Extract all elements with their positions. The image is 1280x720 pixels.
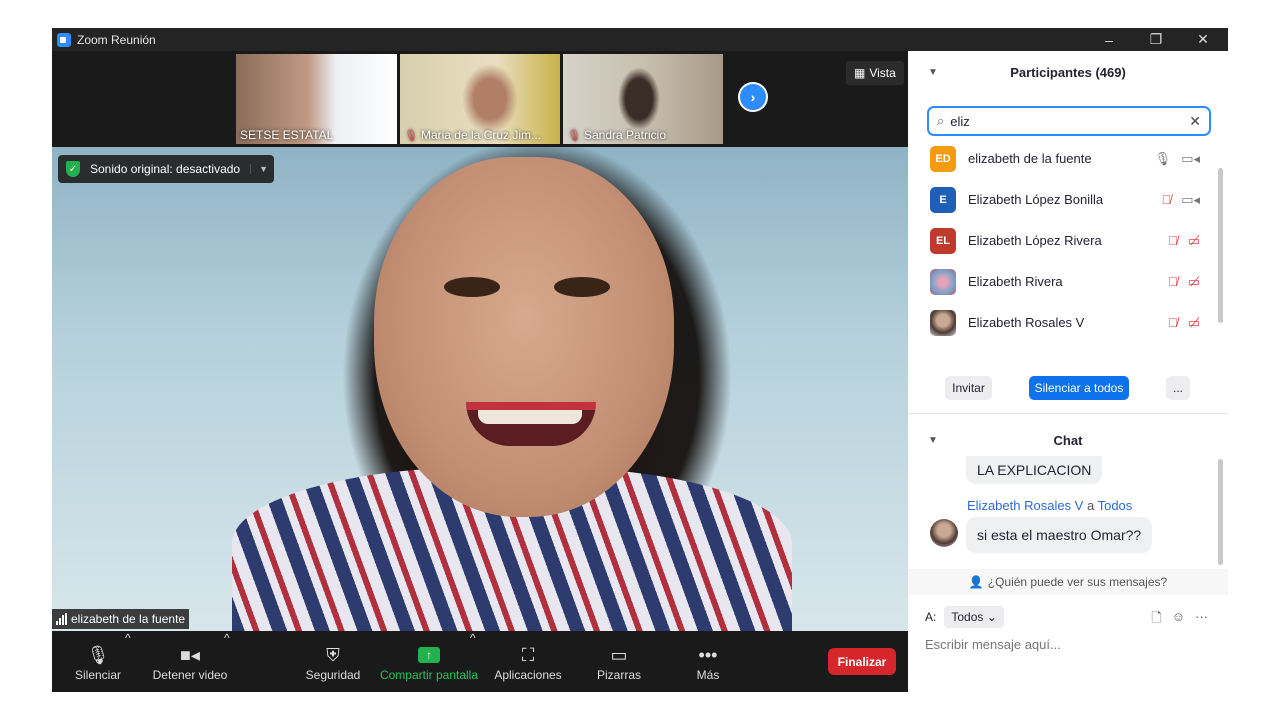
thumbnail-name: SETSE ESTATAL xyxy=(240,128,334,142)
avatar xyxy=(930,519,958,547)
mute-button[interactable]: 🎙 Silenciar xyxy=(72,631,124,692)
active-speaker-video xyxy=(52,147,908,631)
meeting-stage: SETSE ESTATAL 🎙 Maria de la Cruz Jim... 🎙… xyxy=(52,51,908,692)
chat-tools: 🗋 ☺ ··· xyxy=(1151,609,1208,631)
window-title: Zoom Reunión xyxy=(77,32,156,47)
chat-message: LA EXPLICACION xyxy=(966,456,1103,484)
chat-scrollbar[interactable] xyxy=(1218,459,1223,565)
avatar: EL xyxy=(930,227,956,254)
apps-button[interactable]: ⛶ Aplicaciones xyxy=(492,631,564,692)
stop-video-button[interactable]: ■◂ Detener video xyxy=(150,631,230,692)
participant-search-input[interactable]: ⌕ eliz ✕ xyxy=(927,106,1211,136)
participant-row[interactable]: ED elizabeth de la fuente 🎙 ▭◂ xyxy=(908,138,1228,179)
panel-divider xyxy=(908,413,1228,414)
chat-sender: Elizabeth Rosales V a Todos xyxy=(967,498,1133,513)
zoom-window: Zoom Reunión – ❐ ✕ SETSE ESTATAL 🎙 Maria … xyxy=(52,28,1228,692)
participants-scrollbar[interactable] xyxy=(1218,168,1223,323)
participant-row[interactable]: E Elizabeth López Bonilla 🎙̸ ▭◂ xyxy=(908,179,1228,220)
security-button[interactable]: ⛨ Seguridad xyxy=(303,631,363,692)
signal-bars-icon xyxy=(56,613,67,625)
participant-row[interactable]: EL Elizabeth López Rivera 🎙̸ ▭̸ xyxy=(908,220,1228,261)
view-button[interactable]: ▦ Vista xyxy=(846,61,904,85)
shield-icon: ⛨ xyxy=(326,644,340,665)
video-camera-icon: ▭◂ xyxy=(1181,150,1200,166)
avatar xyxy=(930,309,956,336)
minimize-button[interactable]: – xyxy=(1086,28,1132,51)
participant-row[interactable]: Elizabeth Rivera 🎙̸ ▭̸ xyxy=(908,261,1228,302)
mic-muted-icon: 🎙̸ xyxy=(1167,232,1178,248)
side-panel: ▼ Participantes (469) ⌕ eliz ✕ ED elizab… xyxy=(908,51,1228,692)
speaker-mouth xyxy=(466,402,596,446)
share-screen-button[interactable]: ↑ Compartir pantalla xyxy=(379,631,479,692)
next-page-button[interactable]: › xyxy=(738,82,768,112)
chevron-down-icon[interactable]: ▼ xyxy=(250,164,268,174)
more-options-button[interactable]: ... xyxy=(1166,376,1190,400)
title-bar: Zoom Reunión – ❐ ✕ xyxy=(52,28,1228,51)
speaker-teeth xyxy=(478,410,582,424)
mic-muted-icon: 🎙̸ xyxy=(1161,191,1172,207)
video-off-icon: ▭̸ xyxy=(1187,273,1200,289)
apps-icon: ⛶ xyxy=(521,644,535,665)
more-dots-icon[interactable]: ··· xyxy=(1195,609,1208,631)
recipient-select[interactable]: Todos ⌄ xyxy=(944,606,1004,628)
meeting-toolbar: 🎙 Silenciar ^ ■◂ Detener video ^ ⛨ Segur… xyxy=(52,631,908,692)
mute-all-button[interactable]: Silenciar a todos xyxy=(1029,376,1129,400)
mic-muted-icon: 🎙 xyxy=(567,130,581,142)
participants-header: ▼ Participantes (469) xyxy=(928,64,1126,80)
video-camera-icon: ■◂ xyxy=(180,644,200,665)
chat-message: si esta el maestro Omar?? xyxy=(966,517,1153,553)
speaker-eye xyxy=(554,277,610,297)
microphone-icon: 🎙 xyxy=(1154,150,1172,166)
chevron-right-icon: › xyxy=(750,89,756,105)
message-visibility-info[interactable]: 👤 ¿Quién puede ver sus mensajes? xyxy=(908,569,1228,595)
speaker-eye xyxy=(444,277,500,297)
share-arrow-icon: ↑ xyxy=(418,646,440,663)
microphone-icon: 🎙 xyxy=(86,644,110,665)
thumbnail-name: 🎙 Maria de la Cruz Jim... xyxy=(404,128,541,142)
shield-check-icon: ✓ xyxy=(66,161,80,177)
share-options-caret[interactable]: ^ xyxy=(470,631,476,645)
mic-muted-icon: 🎙 xyxy=(404,130,418,142)
zoom-logo-icon xyxy=(57,32,71,47)
avatar: ED xyxy=(930,145,956,172)
thumbnail-video[interactable]: 🎙 Maria de la Cruz Jim... xyxy=(400,54,560,144)
more-button[interactable]: ••• Más xyxy=(684,631,732,692)
chevron-down-icon[interactable]: ▼ xyxy=(928,67,938,78)
restore-button[interactable]: ❐ xyxy=(1133,28,1179,51)
more-dots-icon: ••• xyxy=(698,644,718,665)
thumbnail-name: 🎙 Sandra Patricio xyxy=(567,128,667,142)
video-options-caret[interactable]: ^ xyxy=(224,631,230,645)
participant-row[interactable]: Elizabeth Rosales V 🎙̸ ▭̸ xyxy=(908,302,1228,343)
speaker-face xyxy=(374,157,674,517)
audio-options-caret[interactable]: ^ xyxy=(125,631,131,645)
mic-muted-icon: 🎙̸ xyxy=(1167,314,1178,330)
grid-icon: ▦ xyxy=(854,66,866,80)
whiteboard-icon: ▭ xyxy=(610,644,628,665)
invite-button[interactable]: Invitar xyxy=(945,376,992,400)
clear-search-icon[interactable]: ✕ xyxy=(1189,113,1201,130)
mic-muted-icon: 🎙̸ xyxy=(1167,273,1178,289)
close-button[interactable]: ✕ xyxy=(1180,28,1226,51)
person-icon: 👤 xyxy=(968,575,984,589)
file-icon[interactable]: 🗋 xyxy=(1151,609,1161,631)
chat-message-input[interactable]: Escribir mensaje aquí... xyxy=(925,637,1061,652)
chat-header: ▼ Chat xyxy=(928,432,1083,448)
thumbnail-video[interactable]: 🎙 Sandra Patricio xyxy=(563,54,723,144)
end-meeting-button[interactable]: Finalizar xyxy=(828,648,896,675)
video-off-icon: ▭̸ xyxy=(1187,232,1200,248)
avatar: E xyxy=(930,186,956,213)
video-camera-icon: ▭◂ xyxy=(1181,191,1200,207)
active-speaker-name-tag: elizabeth de la fuente xyxy=(52,609,190,629)
whiteboards-button[interactable]: ▭ Pizarras xyxy=(589,631,649,692)
chevron-down-icon[interactable]: ▼ xyxy=(928,435,938,446)
search-icon: ⌕ xyxy=(937,113,945,128)
thumbnail-strip: SETSE ESTATAL 🎙 Maria de la Cruz Jim... 🎙… xyxy=(52,51,908,147)
emoji-icon[interactable]: ☺ xyxy=(1172,609,1185,631)
chat-recipient: A: Todos ⌄ xyxy=(925,606,1004,628)
avatar xyxy=(930,268,956,295)
original-sound-toggle[interactable]: ✓ Sonido original: desactivado ▼ xyxy=(58,155,275,183)
thumbnail-video[interactable]: SETSE ESTATAL xyxy=(236,54,397,144)
video-off-icon: ▭̸ xyxy=(1187,314,1200,330)
